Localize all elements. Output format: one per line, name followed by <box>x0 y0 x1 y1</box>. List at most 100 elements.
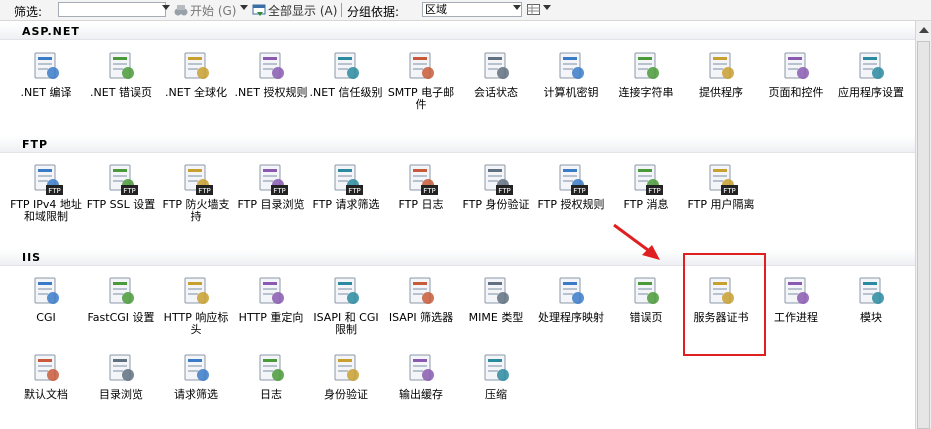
iis-item-cgi[interactable]: CGI <box>9 274 83 324</box>
view-button[interactable] <box>527 2 541 18</box>
start-dropdown-icon[interactable] <box>240 5 248 10</box>
iis-item-label: FastCGI 设置 <box>87 311 155 324</box>
svg-text:FTP: FTP <box>348 187 360 195</box>
iis-item-compression[interactable]: 压缩 <box>459 351 533 401</box>
iis-item-authentication[interactable]: 身份验证 <box>309 351 383 401</box>
iis-item-label: 目录浏览 <box>99 388 143 401</box>
section-header-aspnet[interactable]: ASP.NET <box>0 23 915 40</box>
ftp-item-ftp-request-filtering[interactable]: FTP FTP 请求筛选 <box>309 161 383 211</box>
net-trust-level-icon <box>328 49 364 85</box>
aspnet-item-net-globalization[interactable]: .NET 全球化 <box>159 49 233 99</box>
handler-mappings-icon <box>553 274 589 310</box>
iis-item-directory-browsing[interactable]: 目录浏览 <box>84 351 158 401</box>
aspnet-item-label: .NET 授权规则 <box>234 86 308 99</box>
iis-item-logging[interactable]: 日志 <box>234 351 308 401</box>
show-all-button[interactable]: 全部显示 (A) <box>252 2 337 18</box>
ftp-item-ftp-ip-restrictions[interactable]: FTP FTP IPv4 地址和域限制 <box>9 161 83 223</box>
ftp-ip-restrictions-icon: FTP <box>28 161 64 197</box>
ftp-item-ftp-authorization[interactable]: FTP FTP 授权规则 <box>534 161 608 211</box>
iis-item-request-filtering[interactable]: 请求筛选 <box>159 351 233 401</box>
svg-text:FTP: FTP <box>573 187 585 195</box>
iis-item-isapi-filters[interactable]: ISAPI 筛选器 <box>384 274 458 324</box>
directory-browsing-icon <box>103 351 139 387</box>
logging-icon <box>253 351 289 387</box>
scroll-up-icon[interactable] <box>919 27 929 33</box>
features-view: ASP.NET FTP IIS .NET 编译 .NET 错误页 .NET 全球化.… <box>0 21 915 429</box>
iis-item-isapi-cgi-restrictions[interactable]: ISAPI 和 CGI 限制 <box>309 274 383 336</box>
ftp-item-label: FTP 请求筛选 <box>312 198 380 211</box>
vertical-scrollbar[interactable] <box>915 21 931 429</box>
ftp-directory-browsing-icon: FTP <box>253 161 289 197</box>
ftp-item-ftp-authentication[interactable]: FTP FTP 身份验证 <box>459 161 533 211</box>
iis-item-handler-mappings[interactable]: 处理程序映射 <box>534 274 608 324</box>
iis-item-worker-processes[interactable]: 工作进程 <box>759 274 833 324</box>
providers-icon <box>703 49 739 85</box>
iis-item-http-redirect[interactable]: HTTP 重定向 <box>234 274 308 324</box>
ftp-item-ftp-user-isolation[interactable]: FTP FTP 用户隔离 <box>684 161 758 211</box>
filter-input[interactable] <box>58 2 166 17</box>
aspnet-item-label: 计算机密钥 <box>543 86 599 99</box>
scroll-thumb[interactable] <box>917 41 930 429</box>
view-dropdown-icon[interactable] <box>543 5 551 10</box>
ftp-item-ftp-directory-browsing[interactable]: FTP FTP 目录浏览 <box>234 161 308 211</box>
ftp-messages-icon: FTP <box>628 161 664 197</box>
aspnet-item-label: SMTP 电子邮件 <box>387 86 455 111</box>
ftp-item-ftp-logging[interactable]: FTP FTP 日志 <box>384 161 458 211</box>
ftp-authorization-icon: FTP <box>553 161 589 197</box>
filter-label: 筛选: <box>14 5 43 19</box>
iis-item-label: 模块 <box>860 311 882 324</box>
ftp-item-label: FTP 日志 <box>398 198 444 211</box>
ftp-item-ftp-ssl[interactable]: FTP FTP SSL 设置 <box>84 161 158 211</box>
app-settings-icon <box>853 49 889 85</box>
section-header-iis[interactable]: IIS <box>0 249 915 266</box>
aspnet-item-session-state[interactable]: 会话状态 <box>459 49 533 99</box>
ftp-item-label: FTP 用户隔离 <box>687 198 755 211</box>
aspnet-item-net-authorization[interactable]: .NET 授权规则 <box>234 49 308 99</box>
aspnet-item-app-settings[interactable]: 应用程序设置 <box>834 49 908 99</box>
iis-item-label: 处理程序映射 <box>538 311 604 324</box>
aspnet-item-providers[interactable]: 提供程序 <box>684 49 758 99</box>
section-header-ftp[interactable]: FTP <box>0 136 915 153</box>
iis-item-output-caching[interactable]: 输出缓存 <box>384 351 458 401</box>
group-by-dropdown-icon[interactable] <box>513 5 521 10</box>
svg-text:FTP: FTP <box>723 187 735 195</box>
ftp-item-label: FTP SSL 设置 <box>86 198 156 211</box>
ftp-ssl-icon: FTP <box>103 161 139 197</box>
show-all-icon <box>252 4 266 16</box>
iis-item-modules[interactable]: 模块 <box>834 274 908 324</box>
filter-dropdown-icon[interactable] <box>162 5 170 10</box>
aspnet-item-label: 页面和控件 <box>768 86 824 99</box>
aspnet-item-machine-key[interactable]: 计算机密钥 <box>534 49 608 99</box>
view-grid-icon <box>527 4 540 15</box>
aspnet-item-net-trust-level[interactable]: .NET 信任级别 <box>309 49 383 99</box>
aspnet-item-smtp-email[interactable]: SMTP 电子邮件 <box>384 49 458 111</box>
iis-item-default-document[interactable]: 默认文档 <box>9 351 83 401</box>
ftp-item-ftp-firewall[interactable]: FTP FTP 防火墙支持 <box>159 161 233 223</box>
http-redirect-icon <box>253 274 289 310</box>
fastcgi-icon <box>103 274 139 310</box>
aspnet-item-label: 提供程序 <box>699 86 743 99</box>
svg-text:FTP: FTP <box>648 187 660 195</box>
binoculars-icon <box>174 5 188 16</box>
iis-item-label: HTTP 重定向 <box>238 311 304 324</box>
toolbar: 筛选: 开始 (G) 全部显示 (A) 分组依据: 区域 <box>0 0 931 21</box>
iis-item-http-headers[interactable]: HTTP 响应标头 <box>159 274 233 336</box>
default-document-icon <box>28 351 64 387</box>
iis-item-fastcgi[interactable]: FastCGI 设置 <box>84 274 158 324</box>
request-filtering-icon <box>178 351 214 387</box>
isapi-filters-icon <box>403 274 439 310</box>
iis-item-mime-types[interactable]: MIME 类型 <box>459 274 533 324</box>
aspnet-item-pages-controls[interactable]: 页面和控件 <box>759 49 833 99</box>
cgi-icon <box>28 274 64 310</box>
connection-strings-icon <box>628 49 664 85</box>
iis-item-error-pages[interactable]: 错误页 <box>609 274 683 324</box>
svg-text:FTP: FTP <box>198 187 210 195</box>
ftp-item-ftp-messages[interactable]: FTP FTP 消息 <box>609 161 683 211</box>
iis-item-label: MIME 类型 <box>468 311 524 324</box>
aspnet-item-net-error-page[interactable]: .NET 错误页 <box>84 49 158 99</box>
aspnet-item-net-compile[interactable]: .NET 编译 <box>9 49 83 99</box>
pages-controls-icon <box>778 49 814 85</box>
start-button[interactable]: 开始 (G) <box>174 2 236 18</box>
aspnet-item-connection-strings[interactable]: 连接字符串 <box>609 49 683 99</box>
group-by-select[interactable]: 区域 <box>422 2 522 17</box>
